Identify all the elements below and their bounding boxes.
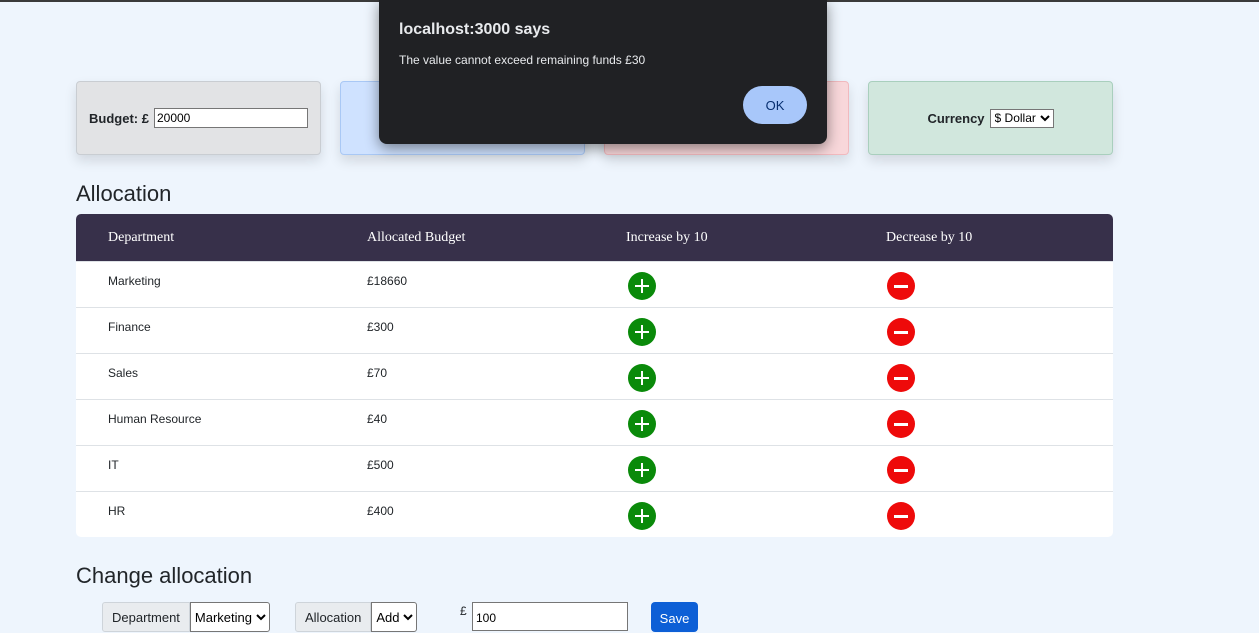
ok-button[interactable]: OK	[743, 86, 807, 124]
allocation-title: Allocation	[76, 181, 172, 206]
allocation-select[interactable]: Add	[371, 602, 418, 632]
budget-card: Budget: £	[76, 81, 321, 155]
row-budget: £500	[367, 458, 394, 472]
decrease-icon[interactable]	[887, 410, 915, 438]
allocation-label: Allocation	[295, 602, 372, 632]
row-department: HR	[108, 504, 126, 518]
increase-icon[interactable]	[628, 456, 656, 484]
table-row: Sales £70	[76, 353, 1113, 399]
dialog-message: The value cannot exceed remaining funds …	[399, 53, 646, 67]
increase-icon[interactable]	[628, 502, 656, 530]
row-budget: £300	[367, 320, 394, 334]
table-row: HR £400	[76, 491, 1113, 537]
amount-input[interactable]	[472, 602, 628, 631]
save-button[interactable]: Save	[651, 602, 698, 632]
row-department: Finance	[108, 320, 151, 334]
increase-icon[interactable]	[628, 410, 656, 438]
increase-icon[interactable]	[628, 318, 656, 346]
decrease-icon[interactable]	[887, 318, 915, 346]
decrease-icon[interactable]	[887, 502, 915, 530]
alert-dialog: localhost:3000 says The value cannot exc…	[379, 0, 827, 144]
dialog-title: localhost:3000 says	[399, 21, 551, 38]
row-budget: £40	[367, 412, 388, 426]
increase-icon[interactable]	[628, 272, 656, 300]
department-group: Department Marketing	[102, 602, 270, 632]
allocation-group: Allocation Add	[295, 602, 418, 632]
row-budget: £70	[367, 366, 388, 380]
table-row: IT £500	[76, 445, 1113, 491]
row-department: Marketing	[108, 274, 161, 288]
decrease-icon[interactable]	[887, 272, 915, 300]
allocation-table: Department Allocated Budget Increase by …	[76, 214, 1113, 537]
table-row: Human Resource £40	[76, 399, 1113, 445]
department-select[interactable]: Marketing	[189, 602, 270, 632]
currency-symbol: £	[460, 604, 467, 618]
row-department: Human Resource	[108, 412, 202, 426]
change-allocation-form: Department Marketing Allocation Add £ Sa…	[102, 602, 802, 632]
budget-input[interactable]	[153, 108, 308, 128]
increase-icon[interactable]	[628, 364, 656, 392]
header-increase: Increase by 10	[626, 230, 708, 245]
table-row: Finance £300	[76, 307, 1113, 353]
currency-card: Currency $ Dollar	[868, 81, 1113, 155]
row-department: Sales	[108, 366, 139, 380]
budget-label: Budget: £	[89, 110, 149, 126]
table-header: Department Allocated Budget Increase by …	[76, 214, 1113, 261]
change-allocation-title: Change allocation	[76, 563, 253, 588]
currency-select[interactable]: $ Dollar	[989, 108, 1054, 128]
row-department: IT	[108, 458, 119, 472]
currency-label: Currency	[927, 110, 985, 126]
decrease-icon[interactable]	[887, 456, 915, 484]
table-row: Marketing £18660	[76, 261, 1113, 307]
header-department: Department	[108, 230, 175, 245]
department-label: Department	[102, 602, 190, 632]
row-budget: £400	[367, 504, 394, 518]
row-budget: £18660	[367, 274, 408, 288]
header-allocated-budget: Allocated Budget	[367, 230, 466, 245]
header-decrease: Decrease by 10	[886, 230, 973, 245]
decrease-icon[interactable]	[887, 364, 915, 392]
